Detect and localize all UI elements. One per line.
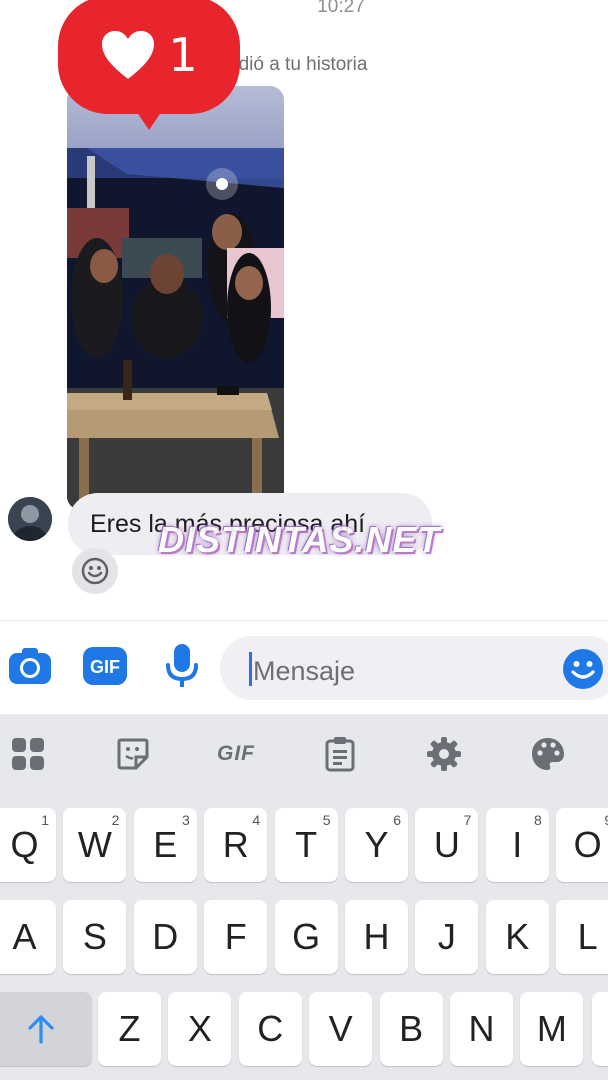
key-e[interactable]: 3E: [133, 808, 197, 882]
keyboard-apps-button[interactable]: [8, 734, 48, 774]
key-g[interactable]: G: [274, 900, 338, 974]
key-hint: 9: [604, 812, 608, 828]
composer-divider: [0, 620, 608, 621]
add-reaction-button[interactable]: [72, 548, 118, 594]
key-d[interactable]: D: [133, 900, 197, 974]
reaction-tail: [134, 108, 164, 130]
key-hint: 2: [111, 812, 120, 828]
backspace-key[interactable]: [592, 992, 608, 1066]
key-hint: 6: [393, 812, 401, 828]
key-label: W: [77, 824, 112, 865]
story-preview[interactable]: [67, 86, 284, 510]
key-c[interactable]: C: [238, 992, 302, 1066]
emoji-icon[interactable]: [562, 648, 604, 690]
key-label: U: [433, 824, 460, 865]
key-t[interactable]: 5T: [274, 808, 338, 882]
key-n[interactable]: N: [450, 992, 513, 1066]
shift-key[interactable]: [0, 992, 92, 1066]
key-u[interactable]: 7U: [415, 808, 479, 882]
gif-button[interactable]: GIF: [81, 642, 129, 690]
key-hint: 1: [41, 812, 49, 828]
keyboard-gif-button[interactable]: GIF: [212, 734, 260, 774]
key-o[interactable]: 9O: [556, 808, 608, 882]
key-y[interactable]: 6Y: [345, 808, 408, 882]
key-label: O: [573, 824, 602, 865]
palette-icon: [532, 738, 564, 770]
smiley-icon: [81, 557, 109, 585]
key-r[interactable]: 4R: [204, 808, 268, 882]
microphone-button[interactable]: [158, 642, 206, 690]
key-hint: 5: [322, 812, 331, 828]
key-label: R: [222, 824, 249, 865]
key-hint: 4: [252, 812, 261, 828]
sticker-icon: [117, 738, 149, 770]
keyboard-settings-button[interactable]: [424, 734, 464, 774]
keyboard-clipboard-button[interactable]: [320, 734, 360, 774]
message-placeholder: Mensaje: [253, 656, 356, 686]
key-w[interactable]: 2W: [63, 808, 127, 882]
key-label: Y: [364, 824, 389, 865]
keyboard-sticker-button[interactable]: [113, 734, 153, 774]
gif-icon: GIF: [83, 647, 127, 685]
heart-reaction-badge[interactable]: 1: [58, 0, 240, 114]
keyboard-gif-label: GIF: [217, 742, 255, 765]
text-caret: [249, 652, 252, 686]
grid-icon: [12, 738, 44, 770]
key-k[interactable]: K: [485, 900, 549, 974]
key-hint: 7: [463, 812, 472, 828]
key-label: T: [295, 824, 318, 865]
key-hint: 3: [182, 812, 190, 828]
key-b[interactable]: B: [379, 992, 443, 1066]
watermark: DISTINTAS.NET: [158, 519, 441, 560]
camera-button[interactable]: [6, 642, 54, 690]
story-photo: [67, 148, 284, 510]
key-m[interactable]: M: [520, 992, 584, 1066]
keyboard-theme-button[interactable]: [528, 734, 568, 774]
story-reply-label: ndió a tu historia: [228, 54, 368, 75]
messenger-screen: 10:27 ndió a tu historia 1 Eres la más p…: [0, 0, 608, 1080]
avatar[interactable]: [8, 497, 52, 541]
key-q[interactable]: 1Q: [0, 808, 56, 882]
key-j[interactable]: J: [415, 900, 479, 974]
key-label: I: [512, 824, 523, 865]
key-h[interactable]: H: [345, 900, 408, 974]
heart-icon: [102, 31, 155, 79]
microphone-icon: [166, 644, 198, 687]
svg-text:GIF: GIF: [90, 657, 120, 677]
reaction-count: 1: [168, 28, 198, 82]
key-label: Q: [10, 824, 39, 865]
key-l[interactable]: L: [556, 900, 608, 974]
key-i[interactable]: 8I: [485, 808, 549, 882]
key-label: E: [153, 824, 178, 865]
key-v[interactable]: V: [309, 992, 373, 1066]
avatar-image: [8, 497, 52, 541]
key-z[interactable]: Z: [98, 992, 161, 1066]
key-s[interactable]: S: [63, 900, 127, 974]
gear-icon: [427, 737, 461, 771]
key-a[interactable]: A: [0, 900, 56, 974]
key-x[interactable]: X: [168, 992, 232, 1066]
shift-arrow-icon: [28, 1015, 54, 1044]
clipboard-icon: [325, 737, 355, 772]
key-f[interactable]: F: [204, 900, 268, 974]
key-hint: 8: [534, 812, 542, 828]
camera-icon: [9, 648, 51, 684]
